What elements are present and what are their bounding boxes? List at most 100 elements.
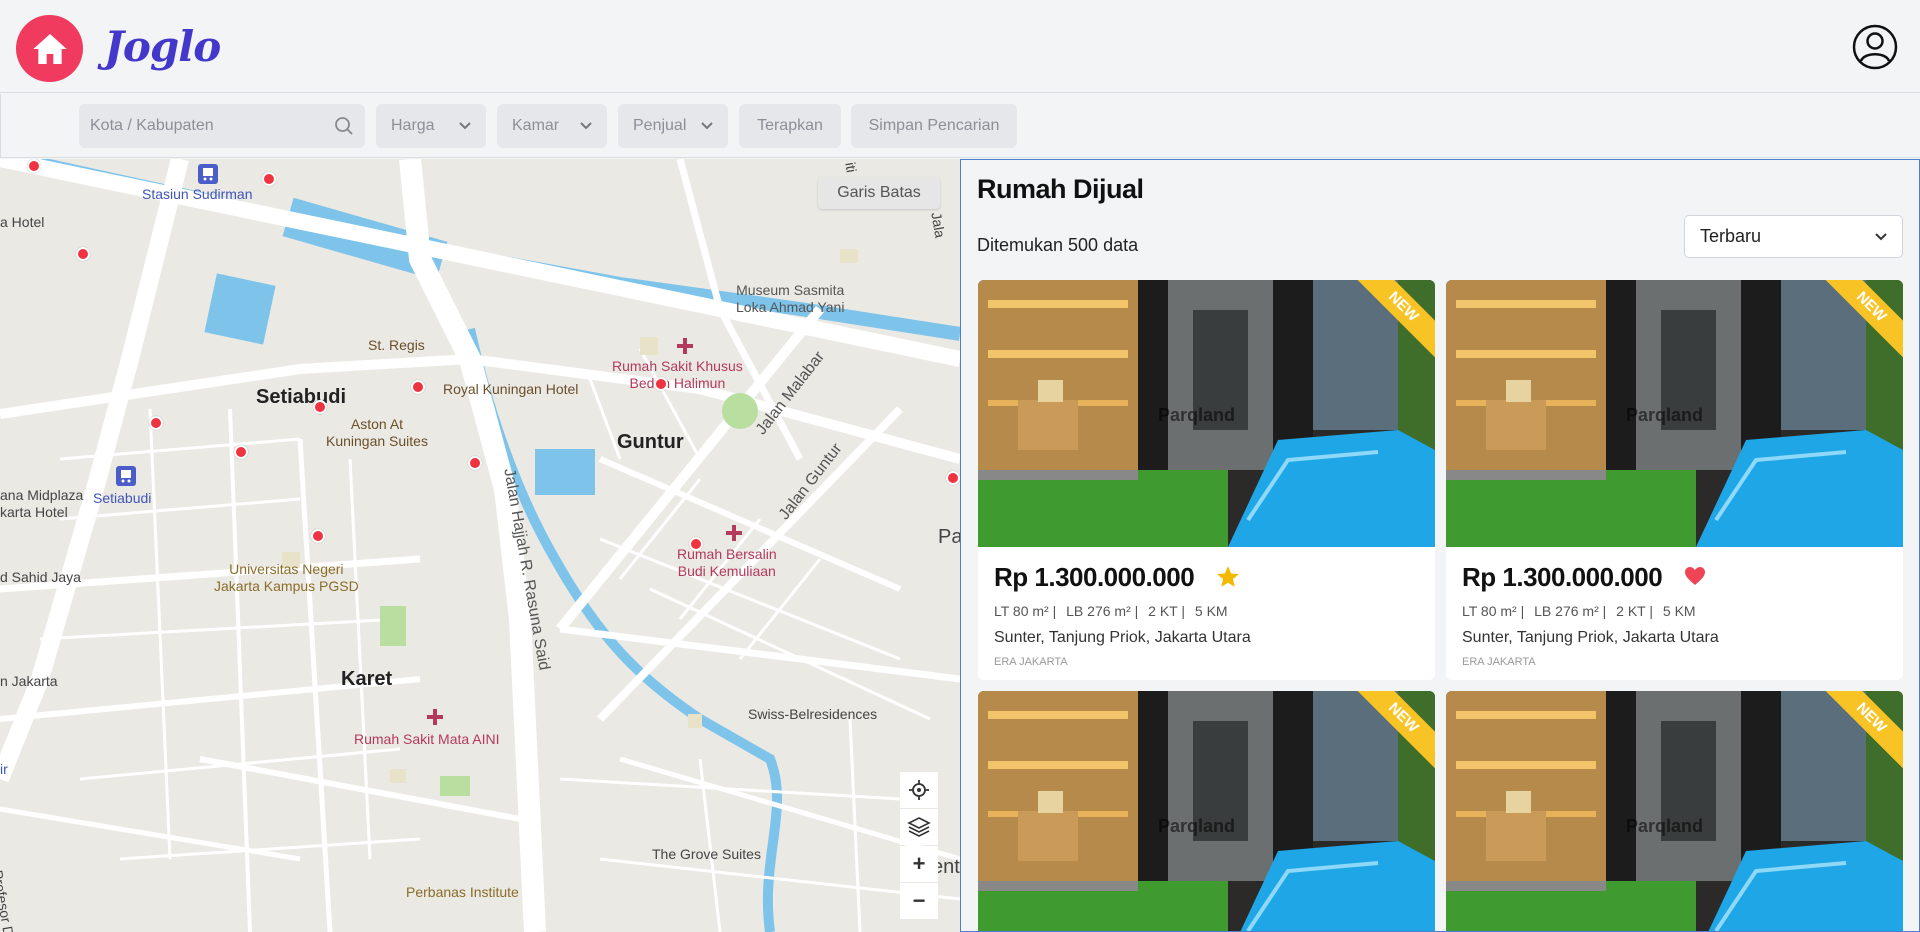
zoom-out-button[interactable]: − — [900, 883, 938, 919]
listing-pin[interactable] — [689, 537, 703, 551]
watermark: Parqland — [1626, 816, 1704, 836]
top-header: Joglo — [0, 0, 1920, 93]
rooms-dropdown[interactable]: Kamar — [497, 104, 607, 148]
distance: 5 KM — [1662, 603, 1696, 619]
map-label-unj: Universitas Negeri Jakarta Kampus PGSD — [214, 561, 359, 594]
map-label-sahid: d Sahid Jaya — [0, 569, 81, 585]
property-agent: ERA JAKARTA — [1462, 656, 1536, 668]
property-location: Sunter, Tanjung Priok, Jakarta Utara — [1462, 629, 1719, 646]
listing-pin[interactable] — [76, 247, 90, 261]
map-label-perbanas: Perbanas Institute — [406, 884, 519, 900]
map-label-karet: Karet — [341, 668, 393, 690]
filter-bar: Kota / Kabupaten Harga Kamar Penjual Ter… — [0, 94, 1920, 158]
home-icon — [32, 33, 67, 64]
property-card[interactable]: NEW Parqland Rp 1.300.000.000 LT 80 m² | … — [1446, 280, 1903, 680]
save-search-button[interactable]: Simpan Pencarian — [851, 104, 1017, 148]
sort-value: Terbaru — [1700, 226, 1762, 246]
map-label-rs-khusus: Rumah Sakit Khusus Bedah Halimun — [612, 358, 743, 391]
city-search-input[interactable]: Kota / Kabupaten — [79, 104, 365, 148]
search-placeholder: Kota / Kabupaten — [90, 117, 214, 134]
property-card[interactable]: NEW Parqland Rp 1.300.000.000 LT 80 m² | … — [978, 280, 1435, 680]
listing-pin[interactable] — [262, 172, 276, 186]
star-icon[interactable] — [1215, 564, 1241, 590]
price-dropdown[interactable]: Harga — [376, 104, 486, 148]
listing-pin[interactable] — [411, 380, 425, 394]
boundary-toggle-button[interactable]: Garis Batas — [818, 177, 940, 209]
listing-pin[interactable] — [27, 159, 41, 173]
apply-button[interactable]: Terapkan — [739, 104, 841, 148]
sort-dropdown[interactable]: Terbaru — [1684, 215, 1903, 258]
chevron-down-icon — [459, 122, 471, 130]
layers-icon — [907, 817, 931, 837]
listing-pin[interactable] — [946, 471, 960, 485]
property-location: Sunter, Tanjung Priok, Jakarta Utara — [994, 629, 1251, 646]
hospital-icon — [427, 709, 443, 725]
map-label-stasiun-sudirman: Stasiun Sudirman — [142, 186, 253, 202]
seller-dropdown[interactable]: Penjual — [618, 104, 728, 148]
map-view[interactable]: Stasiun Sudirman a Hotel St. Regis Royal… — [0, 159, 960, 932]
map-label-museum: Museum Sasmita Loka Ahmad Yani — [736, 282, 845, 315]
property-card[interactable]: NEW Parqland — [1446, 691, 1903, 931]
watermark: Parqland — [1158, 405, 1236, 425]
listing-pin[interactable] — [468, 456, 482, 470]
home-logo-button[interactable] — [16, 15, 83, 82]
crosshair-icon — [909, 780, 929, 800]
map-label-jakarta: n Jakarta — [0, 673, 58, 689]
locate-me-button[interactable] — [900, 772, 938, 808]
bedrooms: 2 KT | — [1616, 603, 1653, 619]
heart-icon[interactable] — [1683, 564, 1707, 588]
property-agent: ERA JAKARTA — [994, 656, 1068, 668]
distance: 5 KM — [1194, 603, 1228, 619]
chevron-down-icon — [1875, 232, 1887, 240]
chevron-down-icon — [580, 122, 592, 130]
listing-pin[interactable] — [654, 377, 668, 391]
train-station-icon — [198, 164, 218, 184]
land-area: LT 80 m² | — [1462, 603, 1525, 619]
map-label-st-regis: St. Regis — [368, 337, 425, 353]
property-specs: LT 80 m² | LB 276 m² | 2 KT | 5 KM — [1462, 603, 1702, 619]
property-card[interactable]: NEW Parqland — [978, 691, 1435, 931]
map-label-rs-mata-aini: Rumah Sakit Mata AINI — [354, 731, 500, 747]
map-label-grove-suites: The Grove Suites — [652, 846, 761, 862]
listing-panel: Rumah Dijual Ditemukan 500 data Terbaru … — [960, 159, 1920, 932]
map-label-pa: Pa — [938, 526, 960, 548]
user-circle-icon — [1852, 24, 1898, 70]
seller-dropdown-label: Penjual — [633, 117, 687, 134]
listing-pin[interactable] — [313, 400, 327, 414]
watermark: Parqland — [1626, 405, 1704, 425]
property-photo: NEW Parqland — [978, 691, 1435, 931]
map-base-tiles — [0, 159, 960, 932]
page-title: Rumah Dijual — [977, 174, 1144, 204]
map-label-midplaza: ana Midplaza karta Hotel — [0, 487, 84, 520]
listing-pin[interactable] — [149, 416, 163, 430]
train-station-icon — [116, 466, 136, 486]
map-label-setiabudi-district: Setiabudi — [256, 386, 347, 408]
chevron-down-icon — [701, 122, 713, 130]
map-label-hotel: a Hotel — [0, 214, 45, 230]
hospital-icon — [726, 525, 742, 541]
building-area: LB 276 m² | — [1534, 603, 1607, 619]
building-area: LB 276 m² | — [1066, 603, 1139, 619]
zoom-in-button[interactable]: + — [900, 846, 938, 882]
price-dropdown-label: Harga — [391, 117, 435, 134]
rooms-dropdown-label: Kamar — [512, 117, 560, 134]
property-photo: NEW Parqland — [1446, 280, 1903, 547]
property-price: Rp 1.300.000.000 — [994, 562, 1195, 592]
map-label-royal-kuningan: Royal Kuningan Hotel — [443, 381, 579, 397]
listing-pin[interactable] — [234, 445, 248, 459]
property-photo: NEW Parqland — [978, 280, 1435, 547]
profile-button[interactable] — [1852, 24, 1898, 70]
watermark: Parqland — [1158, 816, 1236, 836]
map-label-ir: ir — [0, 761, 8, 777]
map-label-rs-bersalin: Rumah Bersalin Budi Kemuliaan — [677, 546, 777, 579]
listing-pin[interactable] — [311, 529, 325, 543]
result-count: Ditemukan 500 data — [977, 235, 1139, 255]
map-layers-button[interactable] — [900, 809, 938, 845]
property-photo: NEW Parqland — [1446, 691, 1903, 931]
hospital-icon — [677, 338, 693, 354]
land-area: LT 80 m² | — [994, 603, 1057, 619]
brand-logo[interactable]: Joglo — [104, 22, 221, 71]
map-label-guntur: Guntur — [617, 431, 684, 453]
map-label-aston: Aston At Kuningan Suites — [326, 416, 428, 449]
map-label-setiabudi-station: Setiabudi — [93, 490, 152, 506]
